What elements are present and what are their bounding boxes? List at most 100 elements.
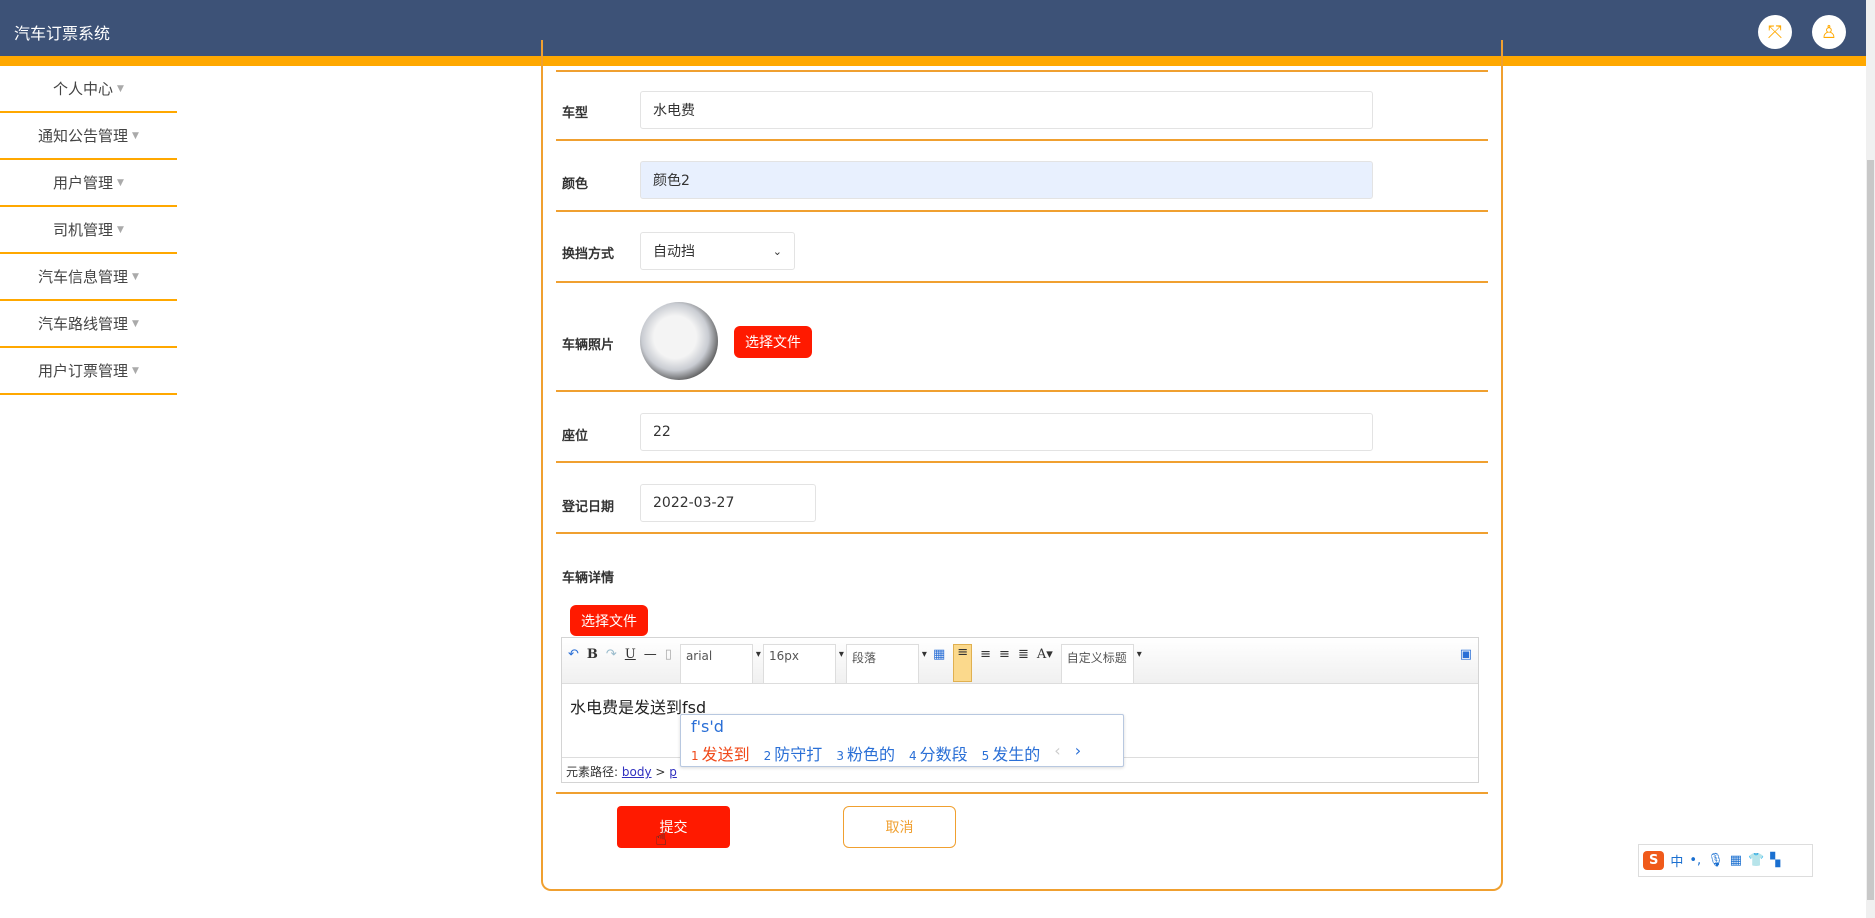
candidate-number: 3: [836, 749, 844, 763]
font-family-select[interactable]: arial: [679, 644, 761, 684]
align-left-icon[interactable]: ≡: [953, 644, 973, 682]
document-icon[interactable]: ▯: [665, 644, 672, 664]
divider: [556, 461, 1488, 463]
sidebar-item-cars[interactable]: 汽车信息管理 ▼: [0, 254, 177, 301]
reg-date-input[interactable]: 2022-03-27: [640, 484, 816, 522]
caret-down-icon: ▼: [132, 130, 139, 141]
sogou-logo-icon: S: [1643, 851, 1665, 870]
ime-prev-icon[interactable]: ‹: [1054, 741, 1060, 765]
app-title: 汽车订票系统: [14, 24, 111, 43]
font-color-label: A: [1036, 646, 1047, 662]
submit-button[interactable]: 提交: [617, 806, 730, 848]
ime-candidate[interactable]: 2 防守打: [764, 741, 823, 765]
divider: [556, 281, 1488, 283]
caret-down-icon: ▼: [117, 83, 124, 94]
path-body-link[interactable]: body: [622, 765, 652, 779]
sidebar-item-label: 通知公告管理: [38, 127, 129, 145]
mouse-cursor-icon: ☝: [655, 826, 668, 850]
bold-button[interactable]: B: [587, 644, 598, 664]
toolbox-icon[interactable]: ▚: [1770, 853, 1780, 868]
photo-choose-file-button[interactable]: 选择文件: [734, 326, 812, 358]
ime-candidate-popup: f's'd 1 发送到 2 防守打 3 粉色的 4 分数段 5 发生的 ‹ ›: [680, 714, 1124, 767]
sidebar-item-users[interactable]: 用户管理 ▼: [0, 160, 177, 207]
details-choose-file-button[interactable]: 选择文件: [570, 605, 648, 636]
sidebar-item-routes[interactable]: 汽车路线管理 ▼: [0, 301, 177, 348]
cancel-button[interactable]: 取消: [843, 806, 956, 848]
caret-down-icon: ▼: [132, 271, 139, 282]
sogou-ime-toolbar[interactable]: S 中 •, 🎙 ▦ 👕 ▚: [1638, 844, 1813, 877]
candidate-text: 分数段: [919, 745, 968, 764]
divider: [556, 210, 1488, 212]
candidate-text: 发生的: [992, 745, 1041, 764]
align-justify-icon[interactable]: ≣: [1018, 644, 1029, 664]
user-icon[interactable]: ♙: [1812, 15, 1846, 49]
chevron-down-icon: ⌄: [772, 244, 782, 258]
path-separator: >: [655, 765, 666, 779]
sidebar-item-label: 用户管理: [53, 174, 114, 192]
candidate-number: 5: [981, 749, 990, 763]
keyboard-icon[interactable]: ▦: [1730, 853, 1742, 868]
path-p-link[interactable]: p: [669, 765, 677, 779]
ime-candidate[interactable]: 5 发生的: [982, 741, 1041, 765]
underline-button[interactable]: U: [625, 644, 636, 664]
seats-label: 座位: [562, 429, 589, 444]
caret-down-icon: ▼: [132, 318, 139, 329]
microphone-icon[interactable]: 🎙: [1707, 853, 1724, 868]
align-right-icon[interactable]: ≡: [980, 644, 991, 664]
car-type-input[interactable]: 水电费: [640, 91, 1373, 129]
ime-next-icon[interactable]: ›: [1075, 741, 1081, 765]
sidebar-item-label: 用户订票管理: [38, 362, 129, 380]
candidate-text: 防守打: [774, 745, 823, 764]
caret-down-icon: ▼: [132, 365, 139, 376]
fullscreen-editor-icon[interactable]: ▣: [1460, 644, 1472, 664]
sidebar-item-drivers[interactable]: 司机管理 ▼: [0, 207, 177, 254]
caret-down-icon: ▼: [117, 177, 124, 188]
table-icon[interactable]: ▦: [933, 644, 945, 664]
sidebar-item-label: 汽车路线管理: [38, 315, 129, 333]
align-center-icon[interactable]: ≡: [999, 644, 1010, 664]
gear-label: 换挡方式: [562, 247, 615, 262]
ime-candidate[interactable]: 1 发送到: [691, 741, 750, 765]
path-label: 元素路径:: [566, 765, 619, 779]
ime-candidate[interactable]: 4 分数段: [909, 741, 968, 765]
details-label: 车辆详情: [562, 571, 615, 586]
fullscreen-icon[interactable]: ⤧: [1758, 15, 1792, 49]
sidebar-item-label: 司机管理: [53, 221, 114, 239]
editor-toolbar: ↶ B ↷ U — ▯ arial 16px 段落 ▦ ≡ ≡ ≡ ≣ A▾ 自…: [562, 638, 1478, 684]
color-input[interactable]: 颜色2: [640, 161, 1373, 199]
caret-down-icon: ▼: [117, 224, 124, 235]
divider: [556, 532, 1488, 534]
ime-mode-toggle[interactable]: 中: [1670, 851, 1683, 870]
horizontal-rule-icon[interactable]: —: [644, 644, 657, 664]
sidebar-item-orders[interactable]: 用户订票管理 ▼: [0, 348, 177, 395]
sidebar-item-notice[interactable]: 通知公告管理 ▼: [0, 113, 177, 160]
gear-select[interactable]: 自动挡 ⌄: [640, 232, 795, 270]
custom-heading-select[interactable]: 自定义标题: [1060, 644, 1142, 684]
photo-label: 车辆照片: [562, 338, 615, 353]
scrollbar-thumb[interactable]: [1867, 160, 1874, 900]
seats-input[interactable]: 22: [640, 413, 1373, 451]
paragraph-select[interactable]: 段落: [845, 644, 927, 684]
font-size-select[interactable]: 16px: [762, 644, 844, 684]
candidate-number: 4: [908, 749, 917, 763]
font-color-button[interactable]: A ▾: [1037, 644, 1053, 664]
skin-icon[interactable]: 👕: [1748, 853, 1764, 868]
sidebar-item-label: 个人中心: [53, 80, 114, 98]
gear-select-value: 自动挡: [653, 244, 695, 260]
candidate-text: 粉色的: [846, 745, 895, 764]
punctuation-icon[interactable]: •,: [1689, 853, 1701, 868]
candidate-number: 1: [691, 749, 699, 763]
color-label: 颜色: [562, 177, 589, 192]
sidebar-item-personal[interactable]: 个人中心 ▼: [0, 66, 177, 113]
ime-candidate[interactable]: 3 粉色的: [836, 741, 895, 765]
candidate-text: 发送到: [701, 745, 750, 764]
car-type-label: 车型: [562, 106, 589, 121]
divider: [556, 390, 1488, 392]
undo-icon[interactable]: ↶: [568, 644, 579, 664]
divider: [556, 792, 1488, 794]
redo-icon[interactable]: ↷: [606, 644, 617, 664]
car-photo: [640, 302, 718, 380]
candidate-number: 2: [763, 749, 772, 763]
divider: [556, 139, 1488, 141]
sidebar-item-label: 汽车信息管理: [38, 268, 129, 286]
